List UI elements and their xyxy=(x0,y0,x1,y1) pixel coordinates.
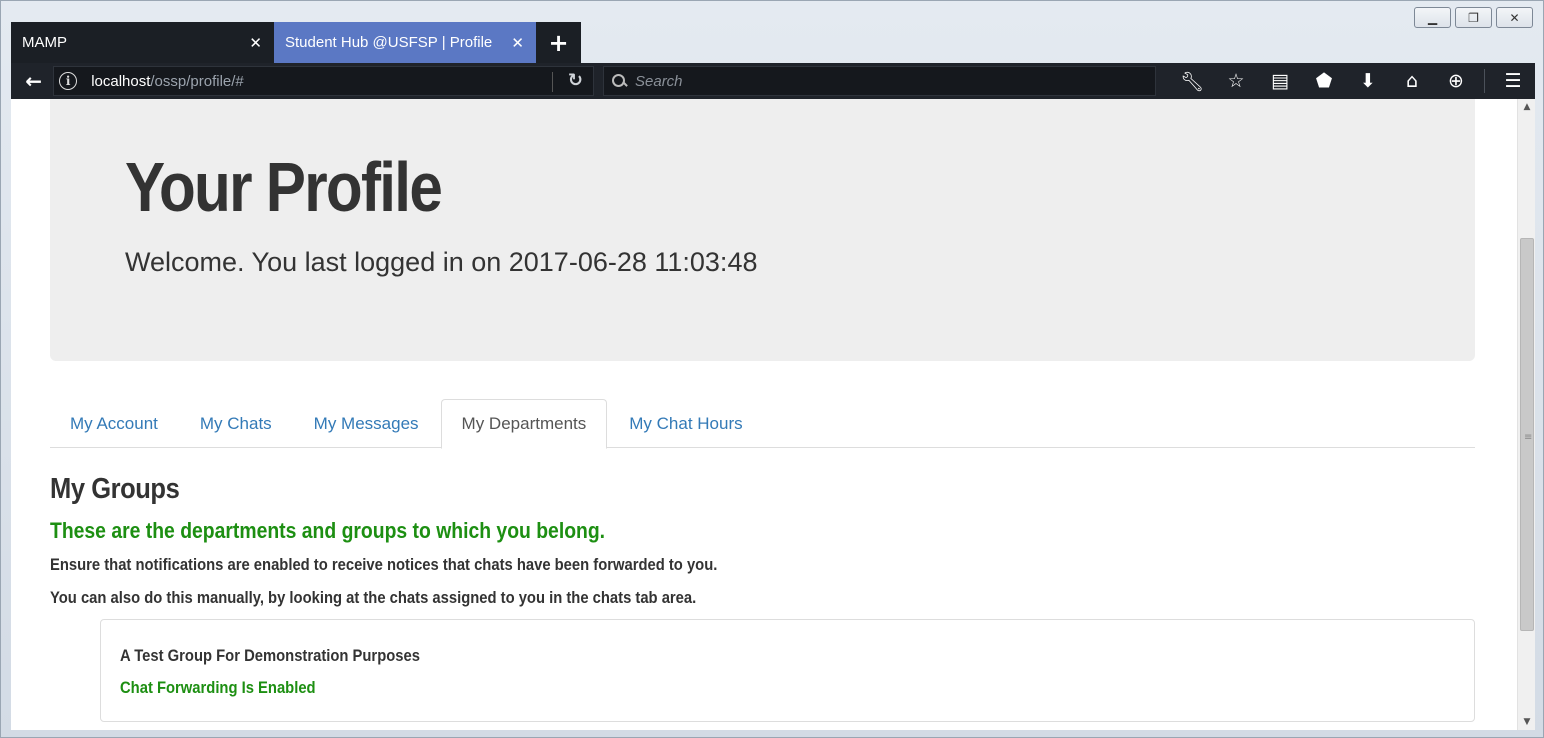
section-subtitle: These are the departments and groups to … xyxy=(50,518,606,543)
manual-note: You can also do this manually, by lookin… xyxy=(50,588,697,607)
group-forwarding-status: Chat Forwarding Is Enabled xyxy=(120,678,316,697)
scroll-grip-icon: ≡ xyxy=(1524,432,1533,443)
scroll-thumb[interactable]: ≡ xyxy=(1520,238,1534,631)
group-name: A Test Group For Demonstration Purposes xyxy=(120,646,420,665)
star-icon[interactable]: ☆ xyxy=(1214,66,1258,96)
download-icon[interactable]: ⬇ xyxy=(1346,66,1390,96)
tab-title: Student Hub @USFSP | Profile xyxy=(285,34,493,51)
toolbar-divider xyxy=(1484,69,1485,93)
new-tab-button[interactable]: + xyxy=(536,22,581,63)
url-path: /ossp/profile/# xyxy=(150,72,244,90)
url-host: localhost xyxy=(91,72,151,90)
minimize-button[interactable]: ▁ xyxy=(1414,7,1451,28)
tab-my-departments[interactable]: My Departments xyxy=(440,399,608,449)
tab-my-messages[interactable]: My Messages xyxy=(294,399,439,448)
vertical-scrollbar[interactable]: ▲ ≡ ▼ xyxy=(1517,99,1535,730)
wrench-icon[interactable]: 🔧︎ xyxy=(1170,66,1214,96)
close-tab-icon[interactable]: ✕ xyxy=(511,34,524,52)
profile-tabs: My Account My Chats My Messages My Depar… xyxy=(50,399,1475,449)
back-arrow-icon[interactable]: ← xyxy=(17,66,50,96)
notification-note: Ensure that notifications are enabled to… xyxy=(50,555,718,574)
browser-tab-profile[interactable]: Student Hub @USFSP | Profile ✕ xyxy=(274,22,536,63)
reload-icon[interactable]: ↻ xyxy=(568,70,583,91)
tab-my-account[interactable]: My Account xyxy=(50,399,178,448)
url-divider xyxy=(552,72,553,92)
tab-title: MAMP xyxy=(22,34,67,51)
group-card: A Test Group For Demonstration Purposes … xyxy=(100,619,1475,722)
pocket-icon[interactable]: ⬟ xyxy=(1302,66,1346,96)
tab-strip: MAMP ✕ Student Hub @USFSP | Profile ✕ + xyxy=(11,22,581,63)
browser-tab-mamp[interactable]: MAMP ✕ xyxy=(11,22,274,63)
browser-window: ▁ ❐ ✕ MAMP ✕ Student Hub @USFSP | Profil… xyxy=(0,0,1544,738)
info-icon[interactable]: i xyxy=(59,72,78,90)
globe-icon[interactable]: ⊕ xyxy=(1434,66,1478,96)
tab-my-chat-hours[interactable]: My Chat Hours xyxy=(609,399,762,448)
welcome-message: Welcome. You last logged in on 2017-06-2… xyxy=(125,247,758,277)
navigation-bar: ← i localhost/ossp/profile/# ↻ 🔧︎ ☆ ▤ ⬟ … xyxy=(11,63,1535,99)
scroll-up-icon[interactable]: ▲ xyxy=(1518,99,1536,115)
page-title: Your Profile xyxy=(125,148,443,226)
url-bar[interactable]: i localhost/ossp/profile/# ↻ xyxy=(53,66,594,96)
restore-button[interactable]: ❐ xyxy=(1455,7,1492,28)
scroll-down-icon[interactable]: ▼ xyxy=(1518,714,1536,730)
close-window-button[interactable]: ✕ xyxy=(1496,7,1533,28)
page-viewport: Your Profile Welcome. You last logged in… xyxy=(11,99,1517,730)
search-icon xyxy=(612,74,626,88)
url-text[interactable]: localhost/ossp/profile/# xyxy=(91,73,244,90)
toolbar-icons: 🔧︎ ☆ ▤ ⬟ ⬇ ⌂ ⊕ ☰ xyxy=(1170,66,1535,96)
close-tab-icon[interactable]: ✕ xyxy=(249,34,262,52)
window-controls: ▁ ❐ ✕ xyxy=(1414,7,1533,28)
section-title: My Groups xyxy=(50,473,180,505)
profile-header: Your Profile Welcome. You last logged in… xyxy=(50,99,1475,361)
home-icon[interactable]: ⌂ xyxy=(1390,66,1434,96)
search-input[interactable] xyxy=(635,72,1155,90)
search-bar[interactable] xyxy=(603,66,1156,96)
menu-icon[interactable]: ☰ xyxy=(1491,66,1535,96)
tab-my-chats[interactable]: My Chats xyxy=(180,399,292,448)
reader-icon[interactable]: ▤ xyxy=(1258,66,1302,96)
